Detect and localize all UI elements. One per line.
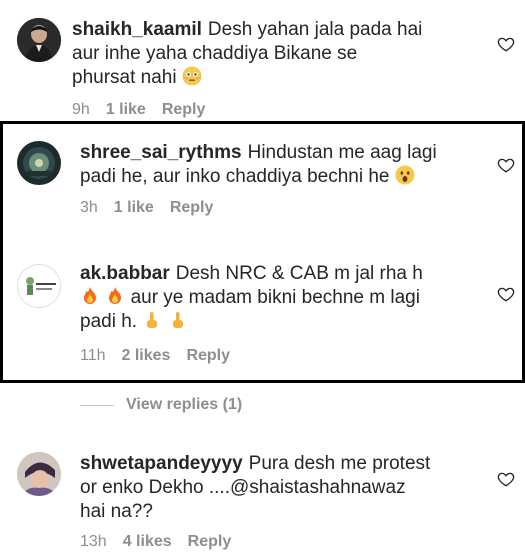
- comment-time: 11h: [80, 347, 106, 364]
- frame-border-bottom: [0, 380, 525, 383]
- comment-likes[interactable]: 4 likes: [123, 533, 172, 551]
- comment-username[interactable]: shaikh_kaamil: [72, 19, 202, 40]
- avatar-image: [17, 18, 61, 62]
- comment-likes[interactable]: 1 like: [106, 101, 146, 119]
- comment-item: ak.babbar Desh NRC & CAB m jal rha h aur …: [0, 250, 525, 380]
- comment-text: ak.babbar Desh NRC & CAB m jal rha h aur …: [80, 262, 490, 334]
- fire-emoji-icon: [109, 287, 122, 304]
- comment-meta: 11h 2 likes Reply: [80, 347, 230, 365]
- reply-button[interactable]: Reply: [162, 101, 206, 119]
- comment-text: shwetapandeyyyy Pura desh me protest or e…: [80, 452, 490, 524]
- comment-body: shaikh_kaamil Desh yahan jala pada hai au…: [72, 18, 482, 90]
- comment-meta: 3h 1 like Reply: [80, 199, 213, 217]
- heart-outline-icon[interactable]: [497, 470, 515, 488]
- comment-text-line: Hindustan me aag lagi: [247, 142, 437, 163]
- comment-item: shree_sai_rythms Hindustan me aag lagi pa…: [0, 124, 525, 234]
- comment-text-line: padi h.: [80, 311, 138, 332]
- comment-body: ak.babbar Desh NRC & CAB m jal rha h aur …: [80, 262, 490, 334]
- comment-likes[interactable]: 1 like: [114, 199, 154, 217]
- comment-text-line: Desh NRC & CAB m jal rha h: [175, 263, 423, 284]
- comment-text: shree_sai_rythms Hindustan me aag lagi pa…: [80, 141, 490, 189]
- comment-text-line: Pura desh me protest: [248, 453, 431, 474]
- astonished-face-emoji-icon: [395, 165, 415, 185]
- avatar[interactable]: [17, 141, 61, 185]
- comment-time: 13h: [80, 533, 107, 550]
- comment-text-line: padi he, aur inko chaddiya bechni he: [80, 166, 390, 187]
- comment-text-line: Desh yahan jala pada hai: [207, 19, 423, 40]
- comment-username[interactable]: shree_sai_rythms: [80, 142, 242, 163]
- avatar[interactable]: [17, 452, 61, 496]
- comment-time: 9h: [72, 101, 90, 118]
- avatar-image: [17, 141, 61, 185]
- avatar-image: [18, 265, 60, 307]
- comment-body: shree_sai_rythms Hindustan me aag lagi pa…: [80, 141, 490, 189]
- heart-outline-icon[interactable]: [497, 35, 515, 53]
- comment-text-line: hai na??: [80, 501, 153, 522]
- comment-text: shaikh_kaamil Desh yahan jala pada hai au…: [72, 18, 482, 90]
- comment-username[interactable]: shwetapandeyyyy: [80, 453, 243, 474]
- view-replies-button[interactable]: View replies (1): [80, 396, 242, 414]
- heart-outline-icon[interactable]: [497, 285, 515, 303]
- pointing-up-emoji-icon: [172, 312, 183, 328]
- fire-emoji-icon: [84, 287, 96, 304]
- comment-text-line: aur inhe yaha chaddiya Bikane se: [72, 43, 358, 64]
- view-replies-label: View replies (1): [126, 396, 243, 413]
- reply-button[interactable]: Reply: [188, 533, 232, 551]
- comment-time: 3h: [80, 199, 98, 216]
- view-replies-divider: [80, 404, 114, 406]
- avatar[interactable]: [17, 18, 61, 62]
- comment-likes[interactable]: 2 likes: [122, 347, 171, 365]
- comment-item: shwetapandeyyyy Pura desh me protest or e…: [0, 440, 525, 559]
- comment-meta: 9h 1 like Reply: [72, 101, 205, 119]
- heart-outline-icon[interactable]: [497, 156, 515, 174]
- pointing-up-emoji-icon: [147, 312, 158, 328]
- comment-item: shaikh_kaamil Desh yahan jala pada hai au…: [0, 0, 525, 120]
- comment-text-line: aur ye madam bikni bechne m lagi: [130, 287, 420, 308]
- reply-button[interactable]: Reply: [186, 347, 230, 365]
- avatar-image: [17, 452, 61, 496]
- avatar[interactable]: [17, 264, 61, 308]
- reply-button[interactable]: Reply: [170, 199, 214, 217]
- comment-text-line: phursat nahi: [72, 67, 177, 88]
- comment-meta: 13h 4 likes Reply: [80, 533, 231, 551]
- comment-text-line: or enko Dekho ....@shaistashahnawaz: [80, 477, 406, 498]
- flushed-face-emoji-icon: [182, 66, 202, 86]
- comment-body: shwetapandeyyyy Pura desh me protest or e…: [80, 452, 490, 524]
- comment-username[interactable]: ak.babbar: [80, 263, 170, 284]
